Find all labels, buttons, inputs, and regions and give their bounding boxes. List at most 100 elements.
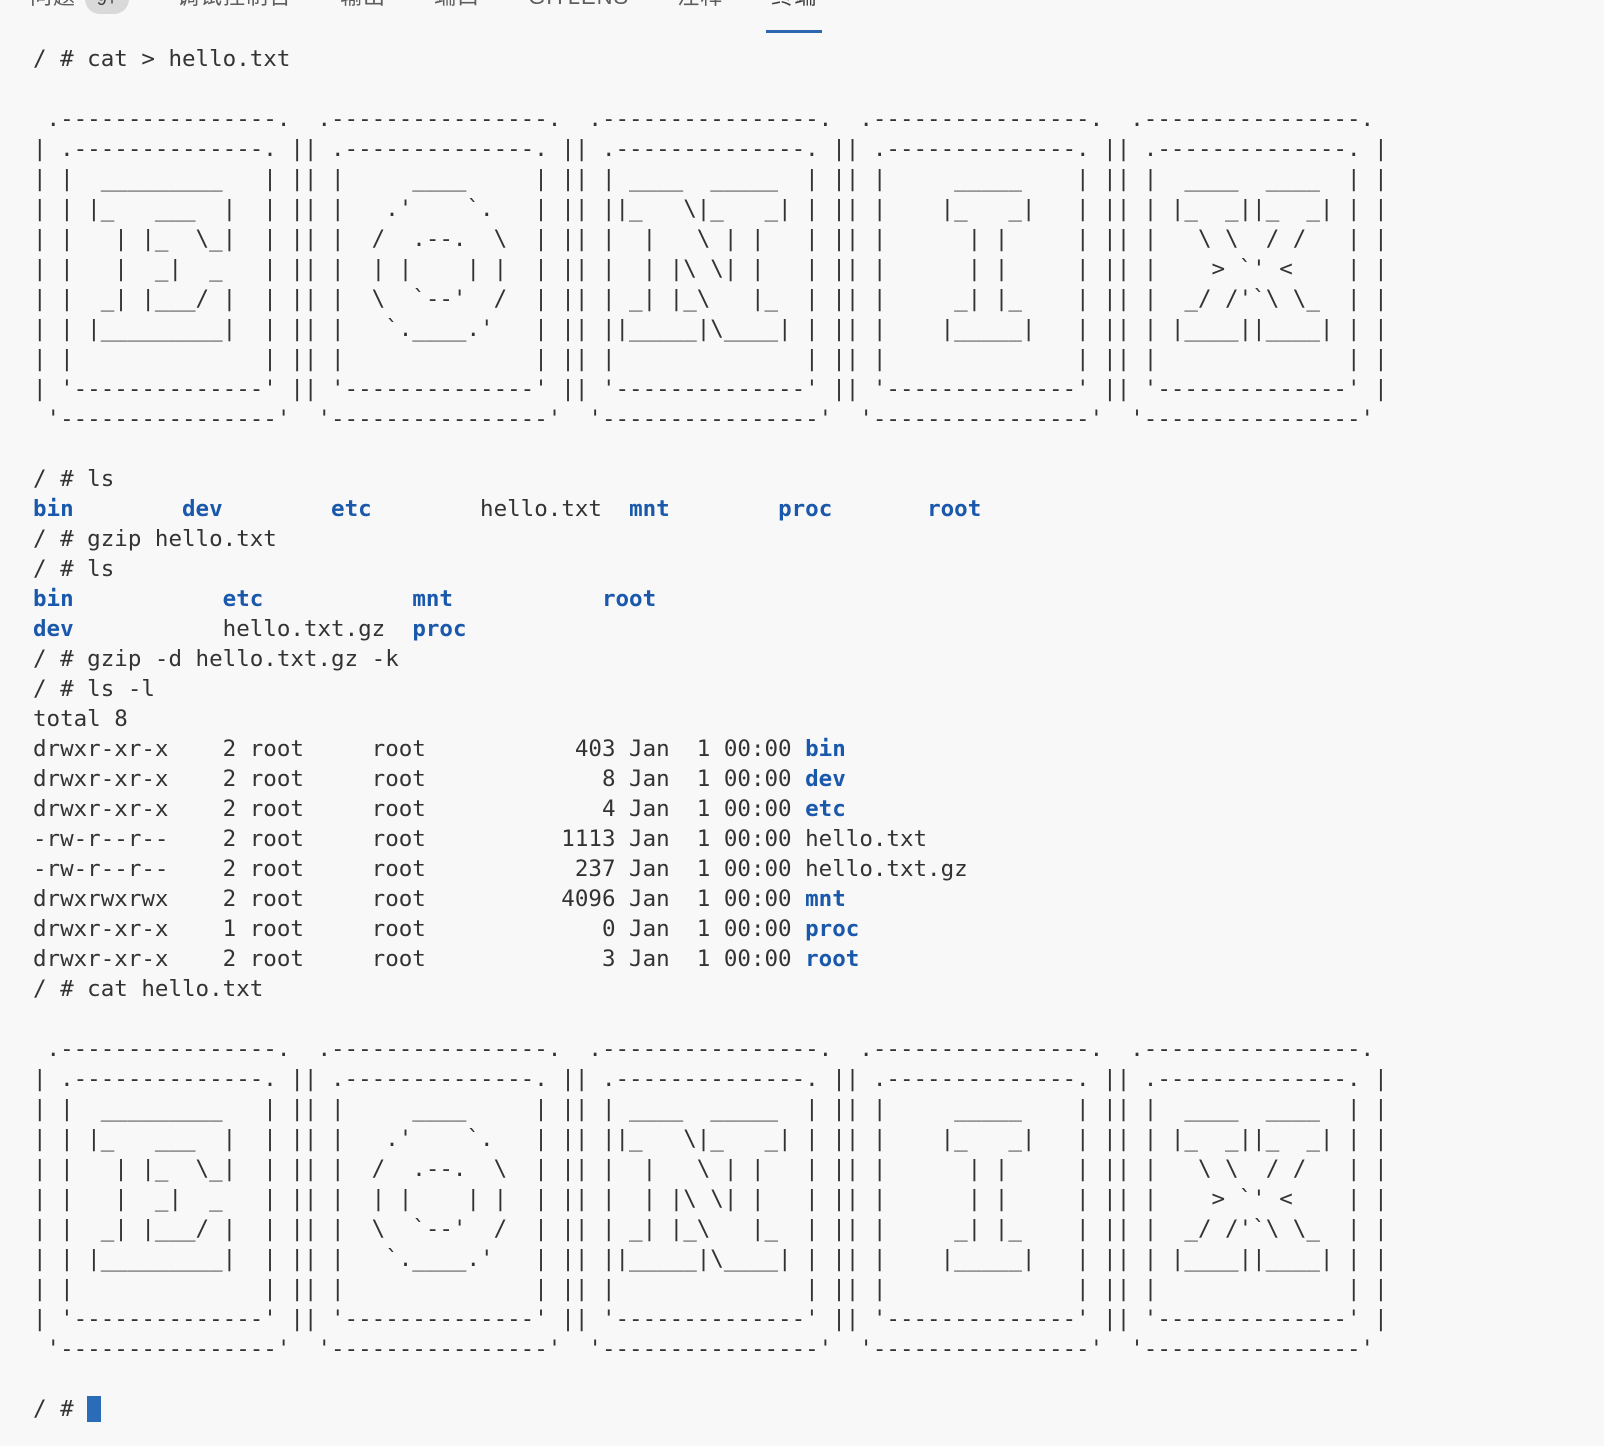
terminal-line: drwxr-xr-x 2 root root 8 Jan 1 00:00 dev — [33, 764, 1604, 794]
panel-tab-problems[interactable]: 问题 9+ — [25, 0, 134, 34]
panel-tab-comments[interactable]: 注释 — [672, 0, 728, 34]
terminal-text: drwxr-xr-x 2 root root 3 Jan 1 00:00 — [33, 946, 805, 972]
terminal-line: | | |_________| | || | `.____.' | || ||_… — [33, 314, 1604, 344]
terminal-text: | '--------------' || '--------------' |… — [33, 376, 1388, 402]
terminal-line — [33, 74, 1604, 104]
terminal-text: dev — [33, 616, 74, 642]
terminal-text — [670, 496, 778, 522]
terminal-text: | | | _| _ | || | | | | | | || | | |\ \|… — [33, 1186, 1388, 1212]
terminal-cursor — [87, 1396, 101, 1422]
terminal-text — [223, 496, 331, 522]
terminal-text: bin — [33, 586, 74, 612]
terminal-line: | | |_ ___ | | || | .' `. | || ||_ \|_ _… — [33, 1124, 1604, 1154]
terminal-line: / # cat hello.txt — [33, 974, 1604, 1004]
terminal-text: drwxr-xr-x 1 root root 0 Jan 1 00:00 — [33, 916, 805, 942]
panel-tab-gitlens-label: GITLENS — [528, 0, 629, 10]
terminal-text — [74, 586, 223, 612]
terminal-text: -rw-r--r-- 2 root root 1113 Jan 1 00:00 … — [33, 826, 927, 852]
terminal-text: | .--------------. || .--------------. |… — [33, 136, 1388, 162]
terminal-line: bin etc mnt root — [33, 584, 1604, 614]
terminal-text — [74, 616, 223, 642]
terminal-line: .----------------. .----------------. .-… — [33, 104, 1604, 134]
terminal-text: total 8 — [33, 706, 128, 732]
terminal-line: drwxr-xr-x 2 root root 403 Jan 1 00:00 b… — [33, 734, 1604, 764]
terminal-line: drwxr-xr-x 1 root root 0 Jan 1 00:00 pro… — [33, 914, 1604, 944]
terminal-line: drwxr-xr-x 2 root root 4 Jan 1 00:00 etc — [33, 794, 1604, 824]
panel-tab-debug-console[interactable]: 调试控制台 — [172, 0, 297, 34]
terminal-text: bin — [805, 736, 846, 762]
terminal-line — [33, 1004, 1604, 1034]
terminal-line: / # — [33, 1394, 1604, 1424]
terminal-line: | '--------------' || '--------------' |… — [33, 374, 1604, 404]
terminal-text: mnt — [805, 886, 846, 912]
panel-tab-ports[interactable]: 端口 — [429, 0, 485, 34]
terminal-text: / # — [33, 1396, 87, 1422]
panel-tab-ports-label: 端口 — [434, 0, 480, 10]
panel-tab-problems-label: 问题 — [30, 0, 76, 10]
terminal-text: | | _| |___/ | | || | \ `--' / | || | _|… — [33, 286, 1388, 312]
panel-tab-output[interactable]: 输出 — [335, 0, 391, 34]
terminal-text: mnt — [629, 496, 670, 522]
terminal-text: | | |_ ___ | | || | .' `. | || ||_ \|_ _… — [33, 1126, 1388, 1152]
terminal-text: drwxr-xr-x 2 root root 8 Jan 1 00:00 — [33, 766, 805, 792]
terminal-text: drwxr-xr-x 2 root root 4 Jan 1 00:00 — [33, 796, 805, 822]
terminal-text — [602, 496, 629, 522]
terminal-text — [33, 76, 47, 102]
terminal-line: | | | _| _ | || | | | | | | || | | |\ \|… — [33, 1184, 1604, 1214]
terminal-text: | | _________ | || | ____ | || | ____ __… — [33, 1096, 1388, 1122]
panel-tab-bar: 问题 9+ 调试控制台 输出 端口 GITLENS 注释 终端 — [0, 0, 1604, 34]
terminal-line: | | | _| _ | || | | | | | | || | | |\ \|… — [33, 254, 1604, 284]
terminal-text: | | _________ | || | ____ | || | ____ __… — [33, 166, 1388, 192]
terminal-text: proc — [412, 616, 466, 642]
terminal-line: -rw-r--r-- 2 root root 1113 Jan 1 00:00 … — [33, 824, 1604, 854]
terminal-line: | | | || | | || | | || | | || | | | — [33, 1274, 1604, 1304]
terminal-line: '----------------' '----------------' '-… — [33, 1334, 1604, 1364]
terminal-line: drwxr-xr-x 2 root root 3 Jan 1 00:00 roo… — [33, 944, 1604, 974]
terminal-text: dev — [805, 766, 846, 792]
terminal-line: | | _| |___/ | | || | \ `--' / | || | _|… — [33, 1214, 1604, 1244]
problems-count-badge: 9+ — [85, 0, 129, 14]
terminal-text: drwxr-xr-x 2 root root 403 Jan 1 00:00 — [33, 736, 805, 762]
panel-tab-terminal[interactable]: 终端 — [766, 0, 822, 34]
terminal-line — [33, 1364, 1604, 1394]
panel-tab-output-label: 输出 — [340, 0, 386, 10]
terminal-line: | .--------------. || .--------------. |… — [33, 1064, 1604, 1094]
terminal-text: | .--------------. || .--------------. |… — [33, 1066, 1388, 1092]
terminal-text: | | |_________| | || | `.____.' | || ||_… — [33, 1246, 1388, 1272]
terminal-text: | | _| |___/ | | || | \ `--' / | || | _|… — [33, 1216, 1388, 1242]
terminal-text: | | | |_ \_| | || | / .--. \ | || | | \ … — [33, 226, 1388, 252]
terminal-line: / # ls -l — [33, 674, 1604, 704]
terminal-text: | | |_ ___ | | || | .' `. | || ||_ \|_ _… — [33, 196, 1388, 222]
terminal-text: / # ls — [33, 466, 114, 492]
terminal-text: / # cat > hello.txt — [33, 46, 290, 72]
terminal-line — [33, 434, 1604, 464]
terminal-text: '----------------' '----------------' '-… — [33, 1336, 1388, 1362]
terminal-text: root — [602, 586, 656, 612]
terminal-text: | | | |_ \_| | || | / .--. \ | || | | \ … — [33, 1156, 1388, 1182]
terminal-text: mnt — [412, 586, 453, 612]
terminal-text — [832, 496, 927, 522]
panel-tab-gitlens[interactable]: GITLENS — [523, 0, 634, 34]
terminal-output[interactable]: / # cat > hello.txt .----------------. .… — [0, 34, 1604, 1424]
terminal-line: | | |_ ___ | | || | .' `. | || ||_ \|_ _… — [33, 194, 1604, 224]
terminal-text: .----------------. .----------------. .-… — [33, 106, 1388, 132]
terminal-text: | | | _| _ | || | | | | | | || | | |\ \|… — [33, 256, 1388, 282]
panel-tab-debug-console-label: 调试控制台 — [177, 0, 292, 10]
terminal-line: total 8 — [33, 704, 1604, 734]
terminal-text: -rw-r--r-- 2 root root 237 Jan 1 00:00 h… — [33, 856, 968, 882]
terminal-text: drwxrwxrwx 2 root root 4096 Jan 1 00:00 — [33, 886, 805, 912]
terminal-line: -rw-r--r-- 2 root root 237 Jan 1 00:00 h… — [33, 854, 1604, 884]
terminal-text — [74, 496, 182, 522]
terminal-line: bin dev etc hello.txt mnt proc root — [33, 494, 1604, 524]
terminal-line: / # ls — [33, 554, 1604, 584]
terminal-line: / # gzip hello.txt — [33, 524, 1604, 554]
terminal-line: | | |_________| | || | `.____.' | || ||_… — [33, 1244, 1604, 1274]
terminal-line: | | | |_ \_| | || | / .--. \ | || | | \ … — [33, 224, 1604, 254]
terminal-text: etc — [805, 796, 846, 822]
terminal-text: root — [805, 946, 859, 972]
terminal-line: | | | || | | || | | || | | || | | | — [33, 344, 1604, 374]
terminal-line: | .--------------. || .--------------. |… — [33, 134, 1604, 164]
terminal-line: | '--------------' || '--------------' |… — [33, 1304, 1604, 1334]
terminal-text — [263, 586, 412, 612]
terminal-text: '----------------' '----------------' '-… — [33, 406, 1388, 432]
